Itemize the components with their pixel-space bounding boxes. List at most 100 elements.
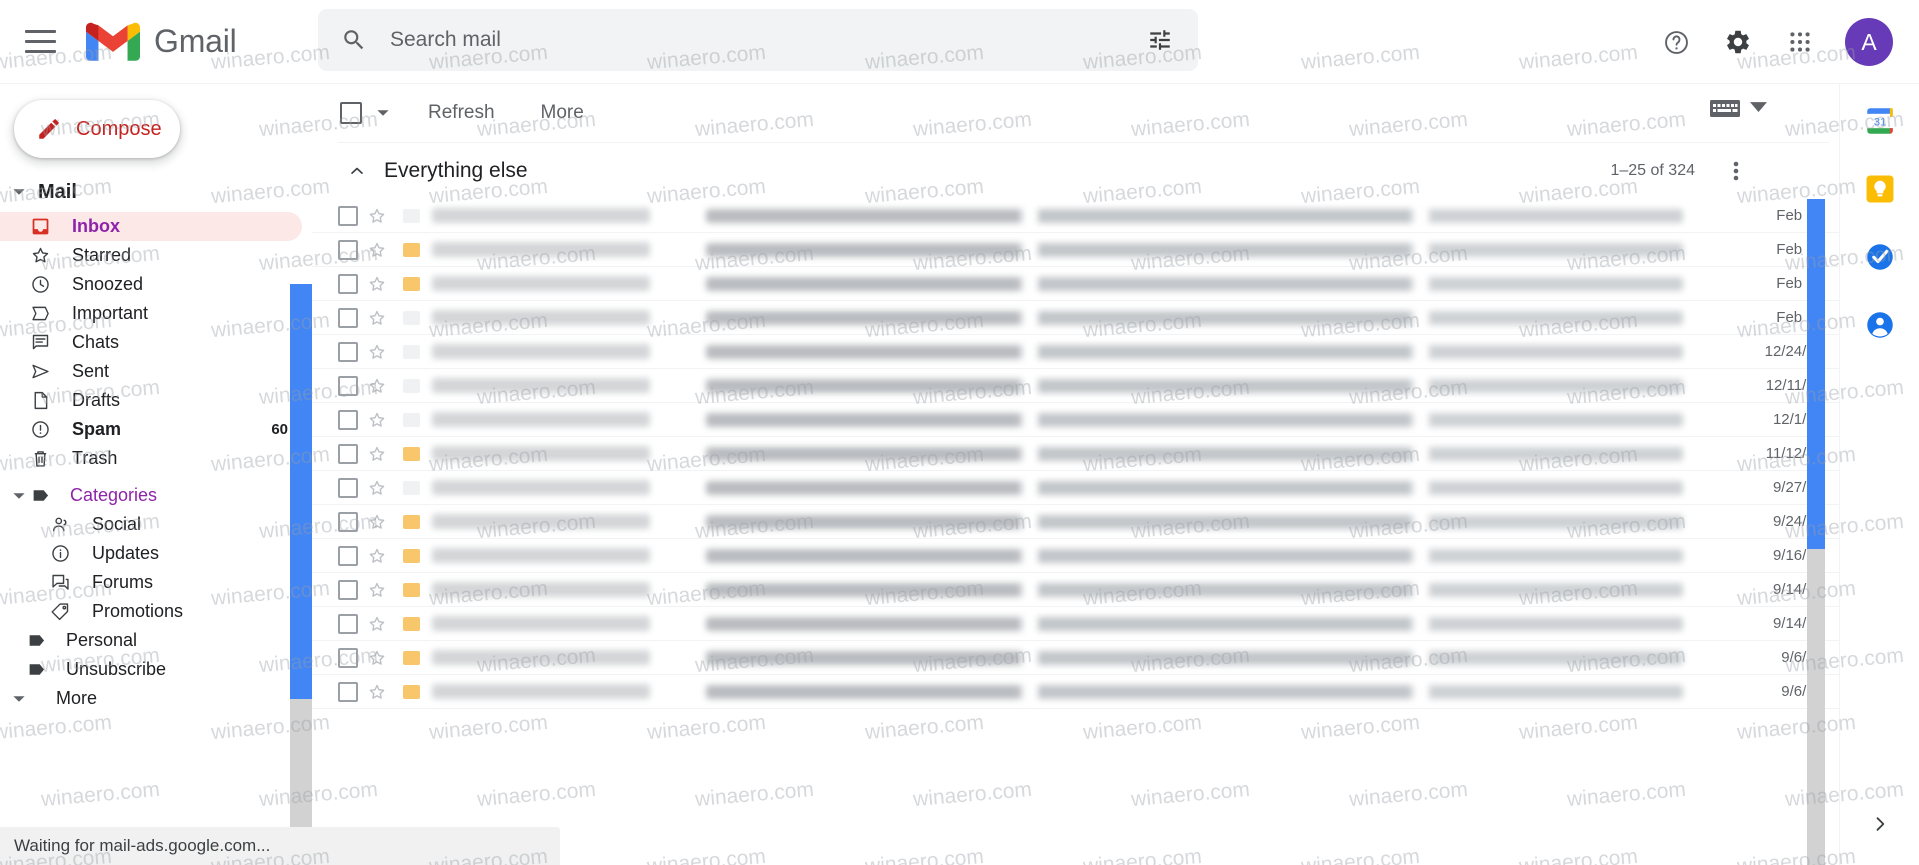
table-row[interactable]: 9/6/21 (312, 641, 1839, 675)
table-row[interactable]: 12/1/21 (312, 403, 1839, 437)
table-row[interactable]: Feb 17 (312, 267, 1839, 301)
importance-marker[interactable] (396, 208, 426, 223)
star-icon[interactable] (358, 580, 396, 600)
google-calendar-icon[interactable]: 31 (1863, 104, 1897, 138)
star-icon[interactable] (358, 410, 396, 430)
table-row[interactable]: 12/11/21 (312, 369, 1839, 403)
search-icon[interactable] (326, 12, 382, 68)
google-tasks-icon[interactable] (1863, 240, 1897, 274)
select-all-dropdown-icon[interactable] (368, 98, 398, 128)
star-icon[interactable] (358, 648, 396, 668)
sidebar-item-updates[interactable]: Updates (0, 539, 302, 568)
star-icon[interactable] (358, 376, 396, 396)
row-select-checkbox[interactable] (338, 239, 358, 260)
row-select-checkbox[interactable] (338, 579, 358, 600)
sidebar-item-chats[interactable]: Chats (0, 328, 302, 357)
chevron-up-icon[interactable] (338, 152, 376, 190)
row-select-checkbox[interactable] (338, 341, 358, 362)
refresh-button[interactable]: Refresh (412, 94, 511, 132)
star-icon[interactable] (358, 444, 396, 464)
importance-marker[interactable] (396, 480, 426, 495)
sidebar-item-important[interactable]: Important (0, 299, 302, 328)
row-select-checkbox[interactable] (338, 511, 358, 532)
star-icon[interactable] (358, 206, 396, 226)
sidebar-item-sent[interactable]: Sent (0, 357, 302, 386)
star-icon[interactable] (358, 342, 396, 362)
table-row[interactable]: 9/14/21 (312, 607, 1839, 641)
table-row[interactable]: 9/24/21 (312, 505, 1839, 539)
list-scrollbar-thumb[interactable] (1807, 199, 1825, 549)
row-select-checkbox[interactable] (338, 545, 358, 566)
row-select-checkbox[interactable] (338, 205, 358, 226)
sidebar-section-categories[interactable]: Categories (0, 481, 302, 510)
avatar[interactable]: A (1845, 18, 1893, 66)
sidebar-item-snoozed[interactable]: Snoozed (0, 270, 302, 299)
importance-marker[interactable] (396, 412, 426, 427)
star-icon[interactable] (358, 512, 396, 532)
select-all-checkbox[interactable] (340, 102, 362, 124)
row-select-checkbox[interactable] (338, 443, 358, 464)
importance-marker[interactable] (396, 650, 426, 665)
table-row[interactable]: 9/16/21 (312, 539, 1839, 573)
table-row[interactable]: 9/6/21 (312, 675, 1839, 709)
row-select-checkbox[interactable] (338, 613, 358, 634)
star-icon[interactable] (358, 682, 396, 702)
settings-gear-icon[interactable] (1711, 15, 1765, 69)
sidebar-item-forums[interactable]: Forums (0, 568, 302, 597)
row-select-checkbox[interactable] (338, 307, 358, 328)
table-row[interactable]: Feb 12 (312, 301, 1839, 335)
star-icon[interactable] (358, 546, 396, 566)
row-select-checkbox[interactable] (338, 647, 358, 668)
row-select-checkbox[interactable] (338, 409, 358, 430)
table-row[interactable]: 9/14/21 (312, 573, 1839, 607)
sidebar-item-personal[interactable]: Personal (0, 626, 302, 655)
importance-marker[interactable] (396, 548, 426, 563)
support-icon[interactable] (1649, 15, 1703, 69)
row-select-checkbox[interactable] (338, 375, 358, 396)
table-row[interactable]: 9/27/21 (312, 471, 1839, 505)
main-menu-icon[interactable] (12, 14, 68, 70)
row-select-checkbox[interactable] (338, 273, 358, 294)
importance-marker[interactable] (396, 276, 426, 291)
importance-marker[interactable] (396, 446, 426, 461)
compose-button[interactable]: Compose (14, 100, 180, 158)
sidebar-item-inbox[interactable]: Inbox (0, 212, 302, 241)
sidebar-item-unsubscribe[interactable]: Unsubscribe (0, 655, 302, 684)
importance-marker[interactable] (396, 310, 426, 325)
table-row[interactable]: Feb 27 (312, 199, 1839, 233)
star-icon[interactable] (358, 478, 396, 498)
sidebar-item-trash[interactable]: Trash (0, 444, 302, 473)
google-apps-icon[interactable] (1773, 15, 1827, 69)
row-select-checkbox[interactable] (338, 681, 358, 702)
importance-marker[interactable] (396, 378, 426, 393)
search-input[interactable] (382, 28, 1132, 52)
sidebar-item-spam[interactable]: Spam 60 (0, 415, 302, 444)
sidebar-section-mail[interactable]: Mail (0, 172, 312, 212)
sidebar-item-starred[interactable]: Starred (0, 241, 302, 270)
input-tools-control[interactable] (1710, 98, 1767, 119)
star-icon[interactable] (358, 308, 396, 328)
more-vert-icon[interactable] (1719, 154, 1753, 188)
sidebar-item-drafts[interactable]: Drafts (0, 386, 302, 415)
row-select-checkbox[interactable] (338, 477, 358, 498)
sidebar-item-social[interactable]: Social (0, 510, 302, 539)
search-bar[interactable] (318, 9, 1198, 71)
table-row[interactable]: 12/24/21 (312, 335, 1839, 369)
sidebar-scrollbar-thumb[interactable] (290, 284, 312, 699)
table-row[interactable]: 11/12/21 (312, 437, 1839, 471)
google-keep-icon[interactable] (1863, 172, 1897, 206)
importance-marker[interactable] (396, 684, 426, 699)
list-scrollbar-track[interactable] (1807, 549, 1825, 865)
table-row[interactable]: Feb 22 (312, 233, 1839, 267)
star-icon[interactable] (358, 240, 396, 260)
importance-marker[interactable] (396, 582, 426, 597)
google-contacts-icon[interactable] (1863, 308, 1897, 342)
tune-icon[interactable] (1132, 12, 1188, 68)
star-icon[interactable] (358, 274, 396, 294)
sidebar-item-more[interactable]: More (0, 684, 302, 713)
importance-marker[interactable] (396, 242, 426, 257)
chevron-right-icon[interactable] (1870, 814, 1890, 839)
star-icon[interactable] (358, 614, 396, 634)
importance-marker[interactable] (396, 344, 426, 359)
importance-marker[interactable] (396, 514, 426, 529)
